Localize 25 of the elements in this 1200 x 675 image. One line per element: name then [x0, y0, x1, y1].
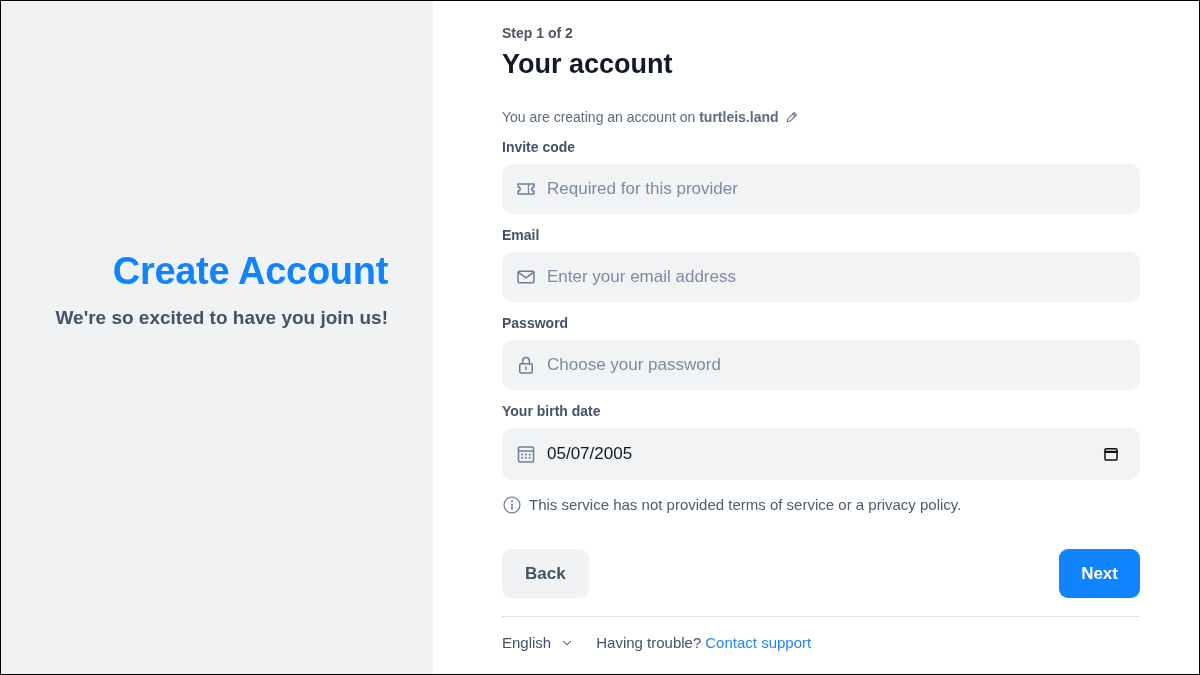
birth-date-field[interactable]: 05/07/2005 — [502, 428, 1140, 480]
lock-icon — [516, 355, 536, 375]
panel-subtitle: We're so excited to have you join us! — [55, 306, 388, 330]
panel-title: Create Account — [112, 249, 388, 293]
back-button[interactable]: Back — [502, 549, 589, 598]
calendar-icon — [516, 444, 536, 464]
date-picker-icon[interactable] — [1102, 445, 1120, 463]
step-indicator: Step 1 of 2 — [502, 24, 574, 43]
terms-notice: This service has not provided terms of service or a privacy policy. — [529, 495, 962, 515]
envelope-icon — [516, 267, 536, 287]
password-field[interactable]: Choose your password — [502, 340, 1140, 390]
field-label: Your birth date — [502, 402, 602, 421]
next-button[interactable]: Next — [1059, 549, 1140, 598]
invite-code-field[interactable]: Required for this provider — [502, 164, 1140, 214]
provider-notice: You are creating an account on turtleis.land — [502, 108, 779, 127]
field-label: Email — [502, 226, 541, 245]
contact-support-link[interactable]: Contact support — [705, 633, 812, 653]
info-icon — [502, 495, 522, 515]
language-selector[interactable]: English — [502, 633, 575, 653]
email-field[interactable]: Enter your email address — [502, 252, 1140, 302]
help-text: Having trouble? — [596, 633, 702, 653]
pencil-icon[interactable] — [784, 110, 799, 124]
field-label: Invite code — [502, 138, 577, 157]
page-heading: Your account — [502, 48, 674, 80]
field-label: Password — [502, 314, 570, 333]
